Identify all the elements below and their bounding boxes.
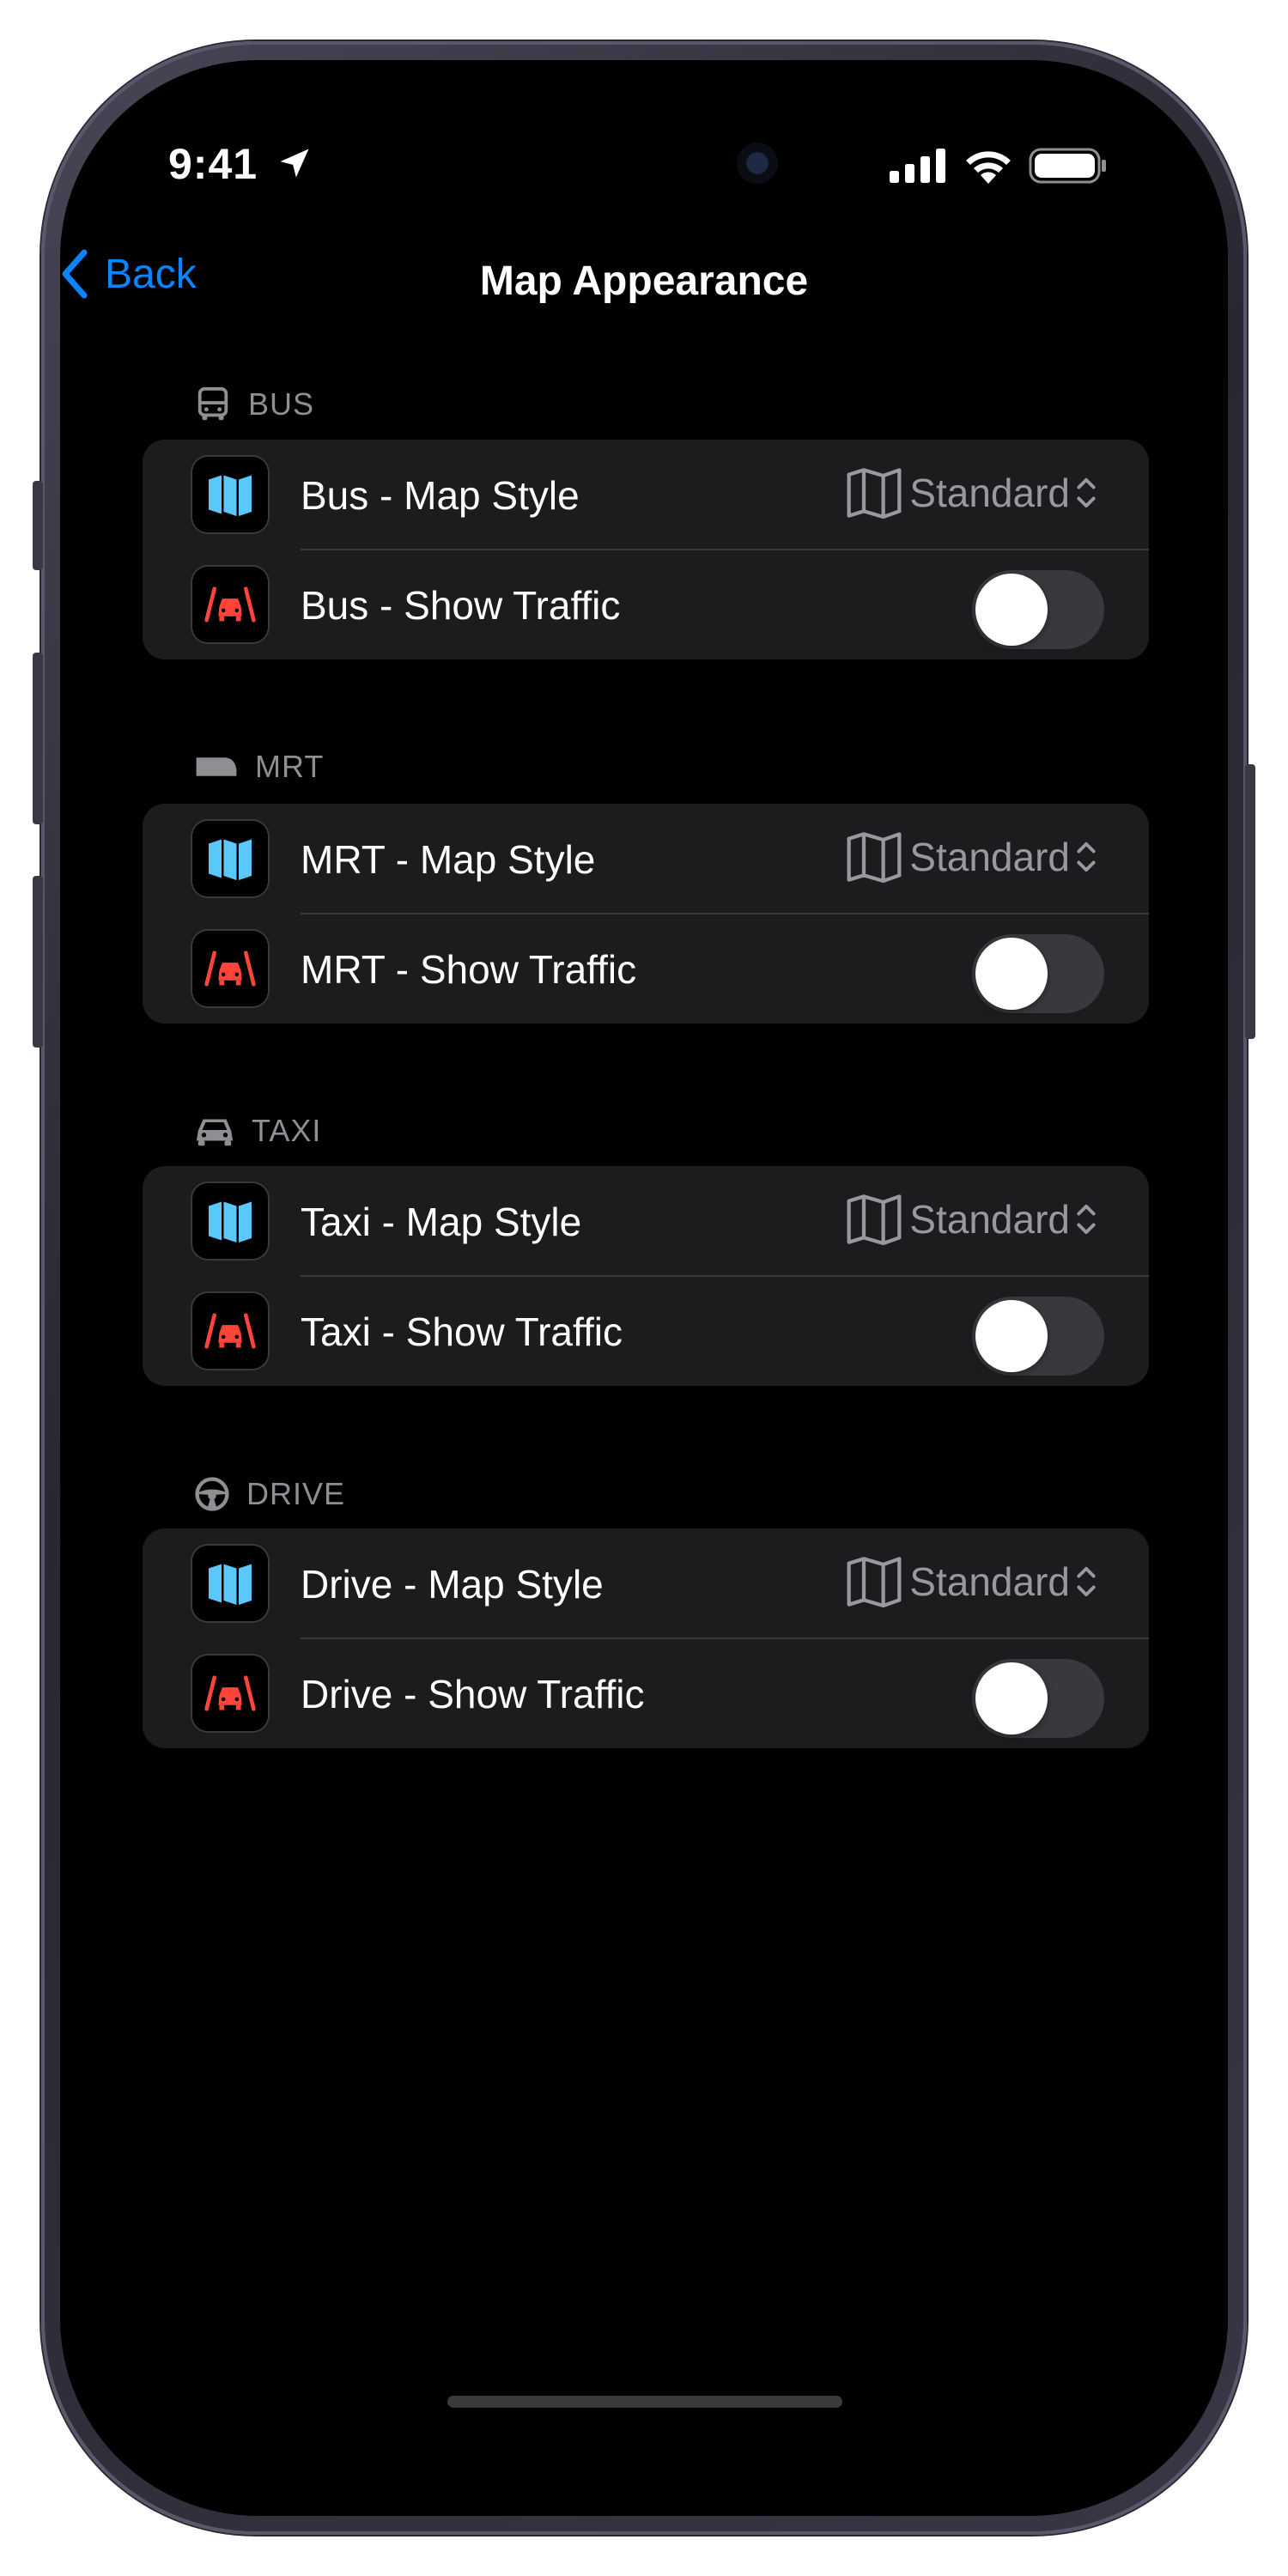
volume-up-button [33,653,43,824]
map-icon [209,1201,252,1242]
section-header-label: MRT [255,749,325,784]
traffic-car-icon [204,951,256,987]
steering-wheel-icon [195,1477,229,1511]
map-style-row[interactable]: MRT - Map Style Standard [143,804,1149,914]
section-header-label: TAXI [252,1113,322,1148]
map-style-picker[interactable]: Standard [844,1554,1097,1609]
map-outline-icon [847,468,902,519]
car-icon [196,1119,234,1146]
map-style-value: Standard [909,471,1070,515]
section-header-mrt: MRT [193,749,324,785]
map-icon [209,1564,252,1605]
section-group-bus: Bus - Map Style Standard Bus - Show Traf… [143,440,1149,659]
volume-down-button [33,876,43,1048]
section-group-drive: Drive - Map Style Standard Drive - Show … [143,1528,1149,1748]
section-header-bus: BUS [193,385,314,424]
map-icon [209,475,252,516]
settings-list: BUS Bus - Map Style Standard Bus - Show … [60,0,1228,2576]
section-header-drive: DRIVE [193,1475,345,1513]
map-style-label: Drive - Map Style [301,1562,604,1607]
home-indicator[interactable] [447,2396,842,2408]
traffic-app-icon [191,929,270,1008]
section-group-mrt: MRT - Map Style Standard MRT - Show Traf… [143,804,1149,1024]
traffic-app-icon [191,1654,270,1733]
map-app-icon [191,455,270,534]
section-group-taxi: Taxi - Map Style Standard Taxi - Show Tr… [143,1166,1149,1386]
map-style-picker[interactable]: Standard [844,1192,1097,1247]
traffic-car-icon [204,1675,256,1711]
show-traffic-label: Taxi - Show Traffic [301,1309,623,1354]
map-style-value: Standard [909,1559,1070,1604]
traffic-car-icon [204,586,256,623]
map-style-row[interactable]: Bus - Map Style Standard [143,440,1149,550]
show-traffic-label: Bus - Show Traffic [301,583,621,628]
show-traffic-row: MRT - Show Traffic [143,914,1149,1024]
show-traffic-label: MRT - Show Traffic [301,947,637,992]
section-header-label: BUS [248,386,315,422]
show-traffic-row: Taxi - Show Traffic [143,1276,1149,1386]
map-icon [209,839,252,880]
map-outline-icon [847,832,902,884]
chevron-up-down-icon [1077,841,1096,872]
map-style-label: MRT - Map Style [301,837,596,882]
show-traffic-label: Drive - Show Traffic [301,1672,645,1716]
map-style-picker[interactable]: Standard [844,829,1097,884]
chevron-up-down-icon [1077,477,1096,508]
section-header-label: DRIVE [246,1476,346,1511]
map-app-icon [191,1182,270,1261]
map-app-icon [191,1544,270,1623]
power-button [1245,764,1255,1039]
map-style-picker[interactable]: Standard [844,465,1097,520]
toggle-knob [975,938,1048,1010]
map-style-value: Standard [909,1197,1070,1242]
map-app-icon [191,819,270,898]
map-outline-icon [847,1557,902,1608]
show-traffic-toggle[interactable] [972,934,1104,1013]
map-style-row[interactable]: Drive - Map Style Standard [143,1528,1149,1639]
map-style-row[interactable]: Taxi - Map Style Standard [143,1166,1149,1277]
action-button [33,481,43,570]
show-traffic-row: Drive - Show Traffic [143,1638,1149,1748]
bus-icon [197,386,228,421]
toggle-knob [975,574,1048,646]
chevron-up-down-icon [1077,1566,1096,1597]
map-style-label: Bus - Map Style [301,473,580,518]
show-traffic-toggle[interactable] [972,1297,1104,1376]
map-outline-icon [847,1194,902,1246]
traffic-car-icon [204,1313,256,1349]
section-header-taxi: TAXI [193,1113,321,1149]
show-traffic-toggle[interactable] [972,1659,1104,1738]
traffic-app-icon [191,565,270,644]
map-style-label: Taxi - Map Style [301,1200,582,1244]
show-traffic-toggle[interactable] [972,570,1104,649]
chevron-up-down-icon [1077,1204,1096,1235]
traffic-app-icon [191,1291,270,1370]
toggle-knob [975,1300,1048,1372]
toggle-knob [975,1662,1048,1735]
map-style-value: Standard [909,835,1070,879]
show-traffic-row: Bus - Show Traffic [143,550,1149,659]
train-icon [196,757,237,776]
